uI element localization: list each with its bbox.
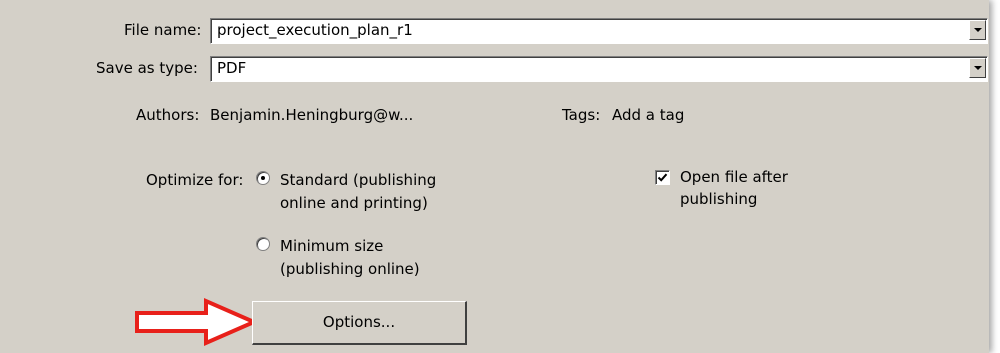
- tags-value[interactable]: Add a tag: [612, 106, 684, 124]
- minimum-size-radio[interactable]: [256, 237, 270, 251]
- authors-label: Authors:: [136, 106, 200, 124]
- red-arrow-icon: [135, 297, 258, 347]
- open-after-checkbox[interactable]: [655, 170, 670, 185]
- save-as-type-label: Save as type:: [96, 59, 198, 77]
- minimum-size-radio-label-line2[interactable]: (publishing online): [280, 260, 420, 278]
- save-as-type-value: PDF: [217, 59, 247, 77]
- open-after-label-line2[interactable]: publishing: [680, 190, 757, 208]
- open-after-label-line1[interactable]: Open file after: [680, 168, 788, 186]
- file-name-input[interactable]: project_execution_plan_r1: [210, 18, 988, 44]
- file-name-label: File name:: [124, 21, 202, 39]
- authors-value[interactable]: Benjamin.Heningburg@w...: [210, 106, 413, 124]
- standard-radio-label-line2[interactable]: online and printing): [280, 194, 428, 212]
- save-dialog-panel: File name: project_execution_plan_r1 Sav…: [0, 0, 989, 353]
- file-name-dropdown-button[interactable]: [969, 20, 986, 40]
- standard-radio-label-line1[interactable]: Standard (publishing: [280, 171, 436, 189]
- checkmark-icon: [657, 173, 668, 182]
- optimize-for-label: Optimize for:: [146, 171, 244, 189]
- file-name-value: project_execution_plan_r1: [217, 21, 413, 39]
- save-as-type-select[interactable]: PDF: [210, 56, 988, 82]
- minimum-size-radio-label-line1[interactable]: Minimum size: [280, 237, 383, 255]
- options-button[interactable]: Options...: [252, 301, 467, 345]
- tags-label: Tags:: [562, 106, 601, 124]
- save-as-type-dropdown-button[interactable]: [969, 58, 986, 78]
- standard-radio-dot: [261, 176, 265, 180]
- standard-radio[interactable]: [256, 171, 270, 185]
